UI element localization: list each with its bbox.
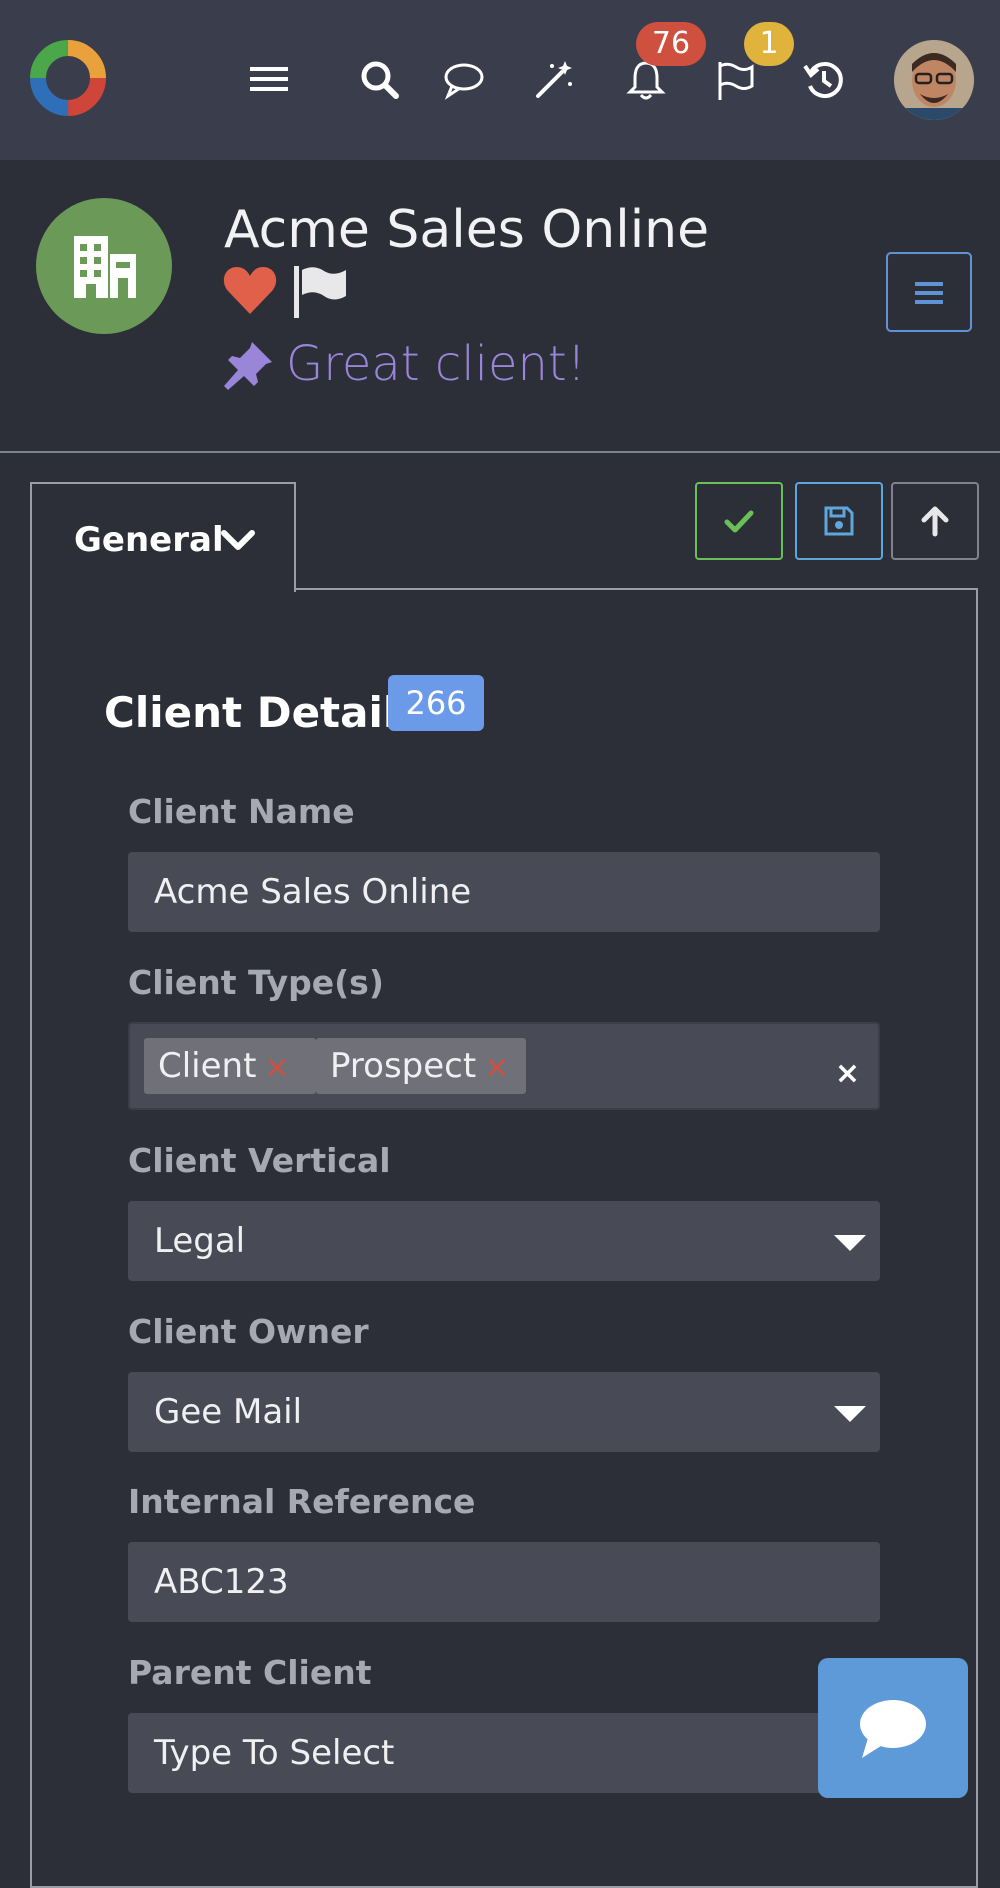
dropdown-caret-icon [834,1406,866,1422]
tab-label: General [74,520,224,560]
client-avatar [36,198,172,334]
tag-prospect: Prospect × [316,1038,526,1094]
check-icon [724,510,754,533]
client-name-field[interactable]: Acme Sales Online [128,852,880,932]
parent-client-field[interactable]: Type To Select [128,1713,880,1793]
dropdown-caret-icon [834,1235,866,1251]
menu-icon [915,282,943,304]
flag-icon[interactable] [290,262,348,320]
scroll-top-button[interactable] [891,482,979,560]
client-vertical-label: Client Vertical [128,1141,391,1180]
client-title: Acme Sales Online [224,200,710,260]
client-types-label: Client Type(s) [128,963,384,1002]
options-menu-button[interactable] [886,252,972,332]
client-owner-select[interactable]: Gee Mail [128,1372,880,1452]
internal-reference-label: Internal Reference [128,1482,476,1521]
client-vertical-value: Legal [154,1221,246,1261]
notification-count-badge[interactable]: 76 [636,22,706,66]
chevron-down-icon [221,530,255,550]
internal-reference-field[interactable]: ABC123 [128,1542,880,1622]
history-icon[interactable] [802,58,846,102]
client-owner-label: Client Owner [128,1312,369,1351]
tag-label: Prospect [330,1046,477,1086]
magic-wand-icon[interactable] [532,58,576,102]
tag-label: Client [158,1046,257,1086]
parent-client-label: Parent Client [128,1653,372,1692]
section-title: Client Details [104,688,423,737]
building-icon [74,236,136,298]
chat-widget-button[interactable] [818,1658,968,1798]
client-name-label: Client Name [128,792,355,831]
search-icon[interactable] [358,58,402,102]
chat-bubble-icon[interactable] [442,58,486,102]
remove-tag-icon[interactable]: × [264,1050,289,1085]
client-owner-value: Gee Mail [154,1392,303,1432]
save-button[interactable] [795,482,883,560]
header-divider [0,451,1000,453]
chat-icon [860,1700,926,1758]
client-note: Great client! [286,336,586,392]
top-bar: 76 1 [0,0,1000,160]
client-vertical-select[interactable]: Legal [128,1201,880,1281]
client-types-field[interactable]: Client × Prospect × × [128,1022,880,1110]
remove-tag-icon[interactable]: × [484,1050,509,1085]
tab-general[interactable]: General [30,482,296,592]
arrow-up-icon [921,506,949,537]
hamburger-icon[interactable] [248,58,292,102]
pin-icon [222,340,274,392]
confirm-button[interactable] [695,482,783,560]
user-avatar[interactable] [894,40,974,120]
tag-client: Client × [144,1038,316,1094]
flag-count-badge[interactable]: 1 [744,22,794,66]
record-count-badge: 266 [388,675,484,731]
flag-icon[interactable] [714,58,758,102]
save-icon [824,506,854,536]
heart-icon[interactable] [222,264,278,316]
app-logo[interactable] [28,38,108,118]
clear-all-icon[interactable]: × [835,1034,860,1114]
